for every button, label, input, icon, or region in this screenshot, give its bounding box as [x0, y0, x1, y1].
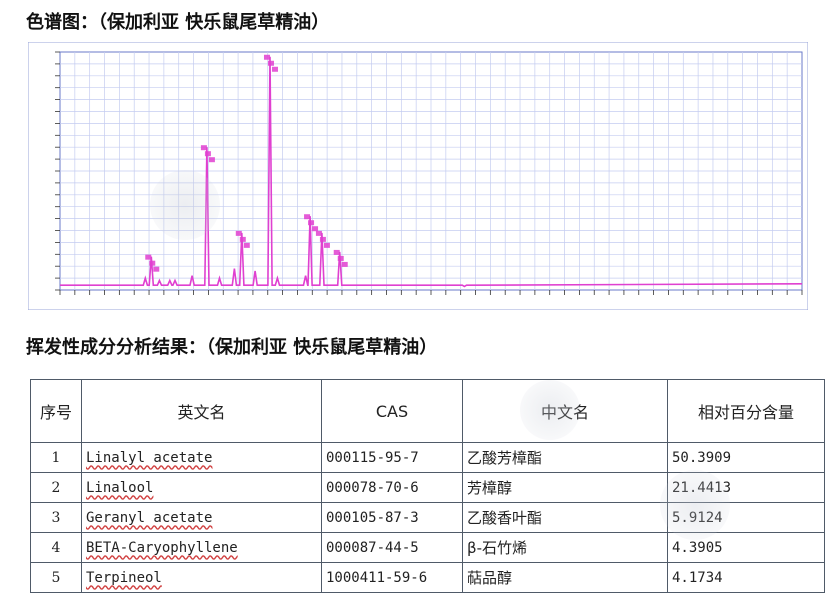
peak-label-marker [239, 236, 246, 242]
peak-label-marker [315, 230, 322, 236]
header-cas: CAS [321, 379, 463, 443]
peak-label-marker [235, 230, 242, 236]
table-row: 4 BETA-Caryophyllene 000087-44-5 β-石竹烯 4… [30, 532, 825, 563]
cell-chinese-name: 乙酸芳樟酯 [462, 442, 668, 473]
peak-label-marker [337, 255, 344, 261]
cell-chinese-name: 芳樟醇 [462, 472, 668, 503]
cell-chinese-name: 乙酸香叶酯 [462, 502, 668, 533]
peak-label-marker [243, 242, 250, 248]
cell-cas: 000105-87-3 [321, 502, 463, 533]
cell-index: 5 [30, 562, 82, 593]
peak-label-marker [304, 214, 311, 220]
header-english-name: 英文名 [81, 379, 322, 443]
cell-percent: 50.3909 [667, 442, 825, 473]
table-row: 2 Linalool 000078-70-6 芳樟醇 21.4413 [30, 472, 825, 503]
cell-percent: 21.4413 [667, 472, 825, 503]
chart-frame [28, 42, 808, 310]
table-row: 5 Terpineol 1000411-59-6 萜品醇 4.1734 [30, 562, 825, 593]
peak-label-marker [149, 260, 156, 266]
peak-label-marker [319, 236, 326, 242]
cell-percent: 4.1734 [667, 562, 825, 593]
peak-label-marker [308, 220, 315, 226]
chromatogram-chart [28, 42, 808, 310]
cell-percent: 5.9124 [667, 502, 825, 533]
peak-label-marker [204, 151, 211, 157]
peak-label-marker [267, 60, 274, 66]
table-row: 3 Geranyl acetate 000105-87-3 乙酸香叶酯 5.91… [30, 502, 825, 533]
cell-english-name: Linalyl acetate [81, 442, 322, 473]
cell-english-name: Geranyl acetate [81, 502, 322, 533]
results-title: 挥发性成分分析结果：（保加利亚 快乐鼠尾草精油） [26, 337, 438, 358]
cell-percent: 4.3905 [667, 532, 825, 563]
cell-cas: 1000411-59-6 [321, 562, 463, 593]
peak-label-marker [323, 242, 330, 248]
header-chinese-name: 中文名 [462, 379, 668, 443]
peak-label-marker [333, 249, 340, 255]
cell-index: 4 [30, 532, 82, 563]
cell-cas: 000115-95-7 [321, 442, 463, 473]
cell-index: 3 [30, 502, 82, 533]
peak-label-marker [200, 145, 207, 151]
cell-cas: 000078-70-6 [321, 472, 463, 503]
cell-cas: 000087-44-5 [321, 532, 463, 563]
chart-grid [59, 51, 803, 291]
peak-label-marker [341, 261, 348, 267]
results-table: 序号 英文名 CAS 中文名 相对百分含量 1 Linalyl acetate … [30, 379, 825, 593]
cell-index: 2 [30, 472, 82, 503]
peak-label-marker [208, 157, 215, 163]
chromatogram-title: 色谱图：（保加利亚 快乐鼠尾草精油） [26, 12, 330, 33]
peak-label-marker [153, 266, 160, 272]
peak-label-marker [145, 254, 152, 260]
table-row: 1 Linalyl acetate 000115-95-7 乙酸芳樟酯 50.3… [30, 442, 825, 473]
cell-chinese-name: β-石竹烯 [462, 532, 668, 563]
table-header-row: 序号 英文名 CAS 中文名 相对百分含量 [30, 379, 825, 443]
peak-label-marker [271, 66, 278, 72]
cell-chinese-name: 萜品醇 [462, 562, 668, 593]
cell-english-name: Terpineol [81, 562, 322, 593]
peak-label-marker [312, 226, 319, 232]
cell-english-name: Linalool [81, 472, 322, 503]
header-index: 序号 [30, 379, 82, 443]
cell-index: 1 [30, 442, 82, 473]
cell-english-name: BETA-Caryophyllene [81, 532, 322, 563]
peak-label-marker [263, 54, 270, 60]
header-relative-percent: 相对百分含量 [667, 379, 825, 443]
